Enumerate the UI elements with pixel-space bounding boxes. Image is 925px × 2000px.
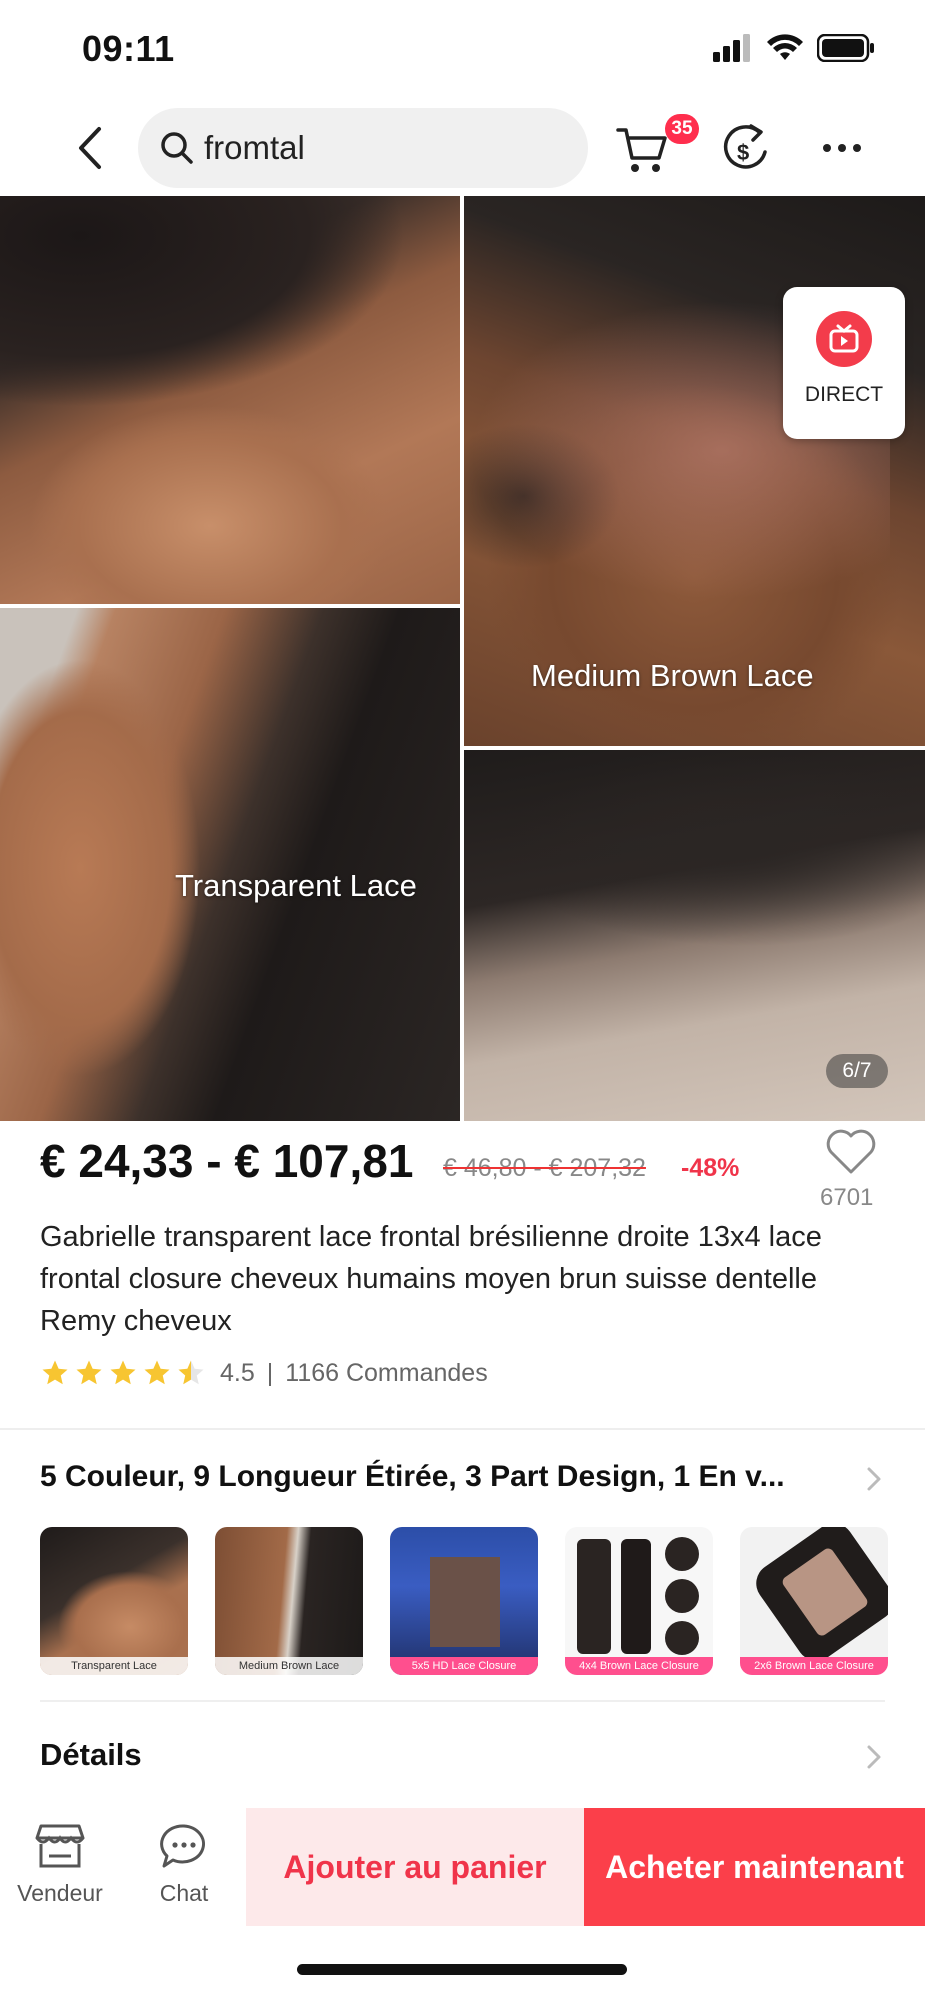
back-icon bbox=[79, 127, 101, 169]
variant-thumb-image bbox=[665, 1579, 699, 1613]
chevron-right-icon[interactable] bbox=[862, 1742, 886, 1772]
rating-value: 4.5 bbox=[220, 1358, 255, 1387]
star-icon bbox=[42, 1360, 68, 1385]
variant-thumb-image bbox=[621, 1539, 651, 1654]
chat-button[interactable]: Chat bbox=[124, 1808, 244, 1926]
image-label-medium-brown-lace: Medium Brown Lace bbox=[531, 658, 814, 693]
discount-badge: -48% bbox=[681, 1154, 740, 1182]
bottom-action-bar: Vendeur Chat Ajouter au panier Acheter m… bbox=[0, 1808, 925, 1926]
cart-count-badge: 35 bbox=[665, 114, 699, 144]
star-icon bbox=[110, 1360, 136, 1385]
variant-thumb-label: 5x5 HD Lace Closure bbox=[390, 1657, 538, 1675]
wishlist-count: 6701 bbox=[820, 1184, 874, 1211]
star-icon bbox=[76, 1360, 102, 1385]
top-nav: fromtal 35 $ bbox=[0, 100, 925, 196]
search-icon bbox=[161, 132, 193, 164]
status-bar: 09:11 bbox=[0, 0, 925, 100]
variant-thumb-image bbox=[430, 1557, 500, 1647]
back-button[interactable] bbox=[60, 118, 120, 178]
chat-label: Chat bbox=[159, 1880, 209, 1906]
product-title: Gabrielle transparent lace frontal brési… bbox=[40, 1221, 822, 1337]
more-icon bbox=[823, 144, 861, 152]
search-input[interactable]: fromtal bbox=[138, 108, 588, 188]
image-label-transparent-lace: Transparent Lace bbox=[175, 868, 417, 903]
variant-thumb-5x5-hd[interactable]: 5x5 HD Lace Closure bbox=[390, 1527, 538, 1675]
status-time: 09:11 bbox=[82, 28, 175, 69]
rating-row[interactable]: 4.5 | 1166 Commandes bbox=[40, 1358, 488, 1388]
section-divider bbox=[40, 1700, 885, 1702]
variant-thumb-label: Medium Brown Lace bbox=[215, 1657, 363, 1675]
buy-now-button[interactable]: Acheter maintenant bbox=[584, 1808, 925, 1926]
variant-thumb-label: 4x4 Brown Lace Closure bbox=[565, 1657, 713, 1675]
live-direct-button[interactable]: DIRECT bbox=[783, 287, 905, 439]
wishlist-button[interactable] bbox=[825, 1128, 877, 1178]
variant-thumb-2x6-brown[interactable]: 2x6 Brown Lace Closure bbox=[740, 1527, 888, 1675]
coupon-icon: $ bbox=[723, 124, 767, 169]
more-button[interactable] bbox=[812, 118, 872, 178]
cart-icon bbox=[616, 128, 667, 172]
variant-thumb-image bbox=[665, 1537, 699, 1571]
store-icon bbox=[35, 1824, 85, 1868]
battery-icon bbox=[817, 34, 874, 62]
svg-text:$: $ bbox=[737, 140, 749, 165]
chevron-right-icon[interactable] bbox=[862, 1464, 886, 1494]
gallery-page-indicator: 6/7 bbox=[826, 1054, 888, 1088]
cart-button[interactable]: 35 bbox=[615, 114, 699, 182]
rating-separator: | bbox=[266, 1358, 274, 1387]
home-indicator bbox=[297, 1964, 627, 1975]
heart-icon bbox=[826, 1129, 876, 1174]
chat-icon bbox=[160, 1824, 205, 1868]
price-range: € 24,33 - € 107,81 bbox=[40, 1135, 414, 1187]
search-query: fromtal bbox=[204, 129, 305, 166]
variants-summary[interactable]: 5 Couleur, 9 Longueur Étirée, 3 Part Des… bbox=[40, 1460, 785, 1494]
variant-thumb-label: 2x6 Brown Lace Closure bbox=[740, 1657, 888, 1675]
star-half-icon bbox=[178, 1360, 204, 1385]
wifi-icon bbox=[767, 34, 803, 60]
vendor-label: Vendeur bbox=[17, 1880, 103, 1906]
coupon-button[interactable]: $ bbox=[715, 118, 775, 178]
gallery-image-transparent-lace bbox=[0, 608, 460, 1121]
orders-count: 1166 Commandes bbox=[285, 1358, 488, 1387]
variant-thumb-image bbox=[577, 1539, 611, 1654]
star-rating bbox=[40, 1358, 206, 1388]
vendor-button[interactable]: Vendeur bbox=[0, 1808, 120, 1926]
variant-thumb-label: Transparent Lace bbox=[40, 1657, 188, 1675]
variant-thumb-medium-brown-lace[interactable]: Medium Brown Lace bbox=[215, 1527, 363, 1675]
live-icon-wrap bbox=[816, 311, 872, 367]
add-to-cart-button[interactable]: Ajouter au panier bbox=[246, 1808, 584, 1926]
original-price: € 46,80 - € 207,32 bbox=[443, 1154, 646, 1182]
live-icon bbox=[829, 324, 859, 353]
variant-thumbnails: Transparent Lace Medium Brown Lace 5x5 H… bbox=[40, 1527, 925, 1675]
status-icons bbox=[713, 34, 875, 62]
variant-thumb-image bbox=[665, 1621, 699, 1655]
details-title[interactable]: Détails bbox=[40, 1737, 142, 1773]
live-direct-label: DIRECT bbox=[804, 383, 884, 406]
section-divider bbox=[0, 1428, 925, 1430]
star-icon bbox=[144, 1360, 170, 1385]
variant-thumb-4x4-brown[interactable]: 4x4 Brown Lace Closure bbox=[565, 1527, 713, 1675]
variant-thumb-transparent-lace[interactable]: Transparent Lace bbox=[40, 1527, 188, 1675]
gallery-image-hairline bbox=[0, 196, 460, 604]
signal-icon bbox=[713, 34, 750, 62]
